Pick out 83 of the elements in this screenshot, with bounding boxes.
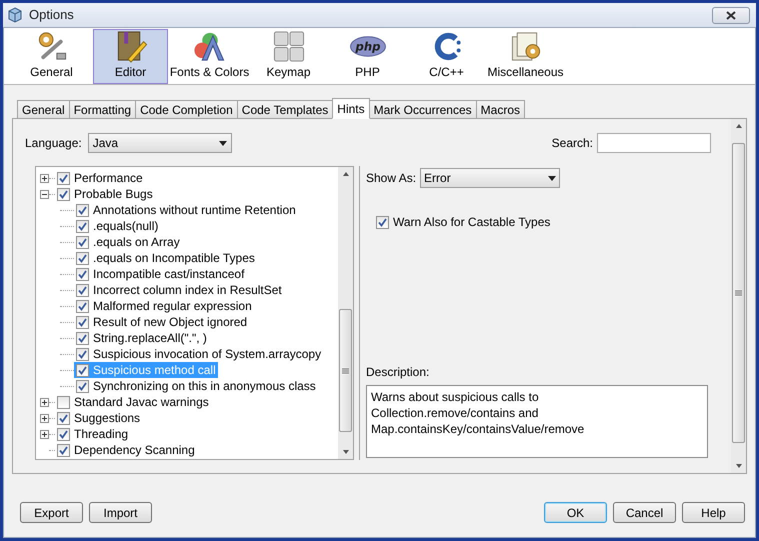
checkbox[interactable] [76,204,89,216]
tree-item[interactable]: .equals(null) [74,218,160,234]
scrollbar-thumb[interactable] [339,309,352,432]
scrollbar[interactable] [338,167,353,459]
expand-icon[interactable] [40,414,49,422]
checkbox[interactable] [57,412,70,424]
expand-icon[interactable] [40,430,49,438]
tree-item[interactable]: Annotations without runtime Retention [74,202,298,218]
language-label: Language: [25,135,82,152]
tree-item[interactable]: Result of new Object ignored [74,314,250,330]
dialog-button[interactable]: Help [682,502,745,523]
dialog-button[interactable]: Export [20,502,83,523]
expand-icon[interactable] [40,398,49,406]
checkbox[interactable] [76,300,89,312]
tree-item[interactable]: Incorrect column index in ResultSet [74,282,284,298]
tab[interactable]: Code Templates [236,100,334,119]
tree-item[interactable]: Dependency Scanning [55,442,197,458]
scrollbar-thumb[interactable] [732,142,745,443]
tree-item[interactable]: Probable Bugs [55,186,155,202]
category-button[interactable]: General [14,29,89,84]
dialog-button[interactable]: Cancel [613,502,676,523]
close-button[interactable] [712,6,750,24]
collapse-icon[interactable] [40,190,49,198]
tab[interactable]: Code Completion [135,100,238,119]
checkbox[interactable] [57,188,70,200]
tree-item[interactable]: Synchronizing on this in anonymous class [74,378,318,394]
checkbox[interactable] [57,396,70,408]
dropdown-arrow-icon [218,140,227,146]
tab[interactable]: Hints [332,98,370,119]
checkbox[interactable] [76,236,89,248]
tree-item[interactable]: .equals on Array [74,234,182,250]
checkbox[interactable] [76,268,89,280]
cube-icon [7,7,23,23]
checkbox[interactable] [76,316,89,328]
show-as-dropdown[interactable]: Error [420,168,560,188]
checkbox[interactable] [57,428,70,440]
tree-item[interactable]: String.replaceAll(".", ) [74,330,209,346]
shapes-icon [192,30,226,63]
show-as-label: Show As: [366,170,416,187]
category-button[interactable]: Editor [93,29,168,84]
dialog-button[interactable]: OK [544,502,607,523]
tree-item[interactable]: Performance [55,170,145,186]
category-button[interactable]: Miscellaneous [488,29,563,84]
search-label: Search: [552,135,593,152]
category-button[interactable]: Fonts & Colors [172,29,247,84]
checkbox[interactable] [76,380,89,392]
dialog-button[interactable]: Import [89,502,152,523]
description-box: Warns about suspicious calls to Collection.remove/contains and Map.containsKey/containsValue/remove [366,385,708,458]
tab[interactable]: Mark Occurrences [368,100,477,119]
close-icon [726,10,736,20]
scrollbar[interactable] [731,119,746,473]
tab[interactable]: General [17,100,70,119]
tree-item[interactable]: Standard Javac warnings [55,394,211,410]
category-button[interactable]: C/C++ [409,29,484,84]
category-button[interactable]: php PHP [330,29,405,84]
tree-item[interactable]: Suggestions [55,410,142,426]
checkbox[interactable] [57,172,70,184]
language-dropdown[interactable]: Java [88,133,232,153]
checkbox[interactable] [76,252,89,264]
window-title: Options [29,6,74,24]
tree-item[interactable]: Threading [55,426,130,442]
checkbox[interactable] [76,348,89,360]
keys-icon [272,30,306,63]
tree-item[interactable]: Incompatible cast/instanceof [74,266,246,282]
tree-item[interactable]: Suspicious invocation of System.arraycopy [74,346,324,362]
dropdown-arrow-icon [548,176,556,180]
option-label: Warn Also for Castable Types [393,214,550,231]
checkbox[interactable] [376,216,389,228]
checkbox[interactable] [76,332,89,344]
grip-icon [735,290,742,296]
checkbox[interactable] [57,444,70,456]
tab[interactable]: Macros [476,100,525,119]
description-label: Description: [366,364,430,381]
tree-item[interactable]: .equals on Incompatible Types [74,250,257,266]
checkbox[interactable] [76,364,89,376]
tab[interactable]: Formatting [68,100,136,119]
category-button[interactable]: Keymap [251,29,326,84]
checkbox[interactable] [76,220,89,232]
checkbox[interactable] [76,284,89,296]
search-field[interactable] [597,133,711,153]
tree-item[interactable]: Malformed regular expression [74,298,254,314]
expand-icon[interactable] [40,174,49,182]
grip-icon [342,368,349,374]
